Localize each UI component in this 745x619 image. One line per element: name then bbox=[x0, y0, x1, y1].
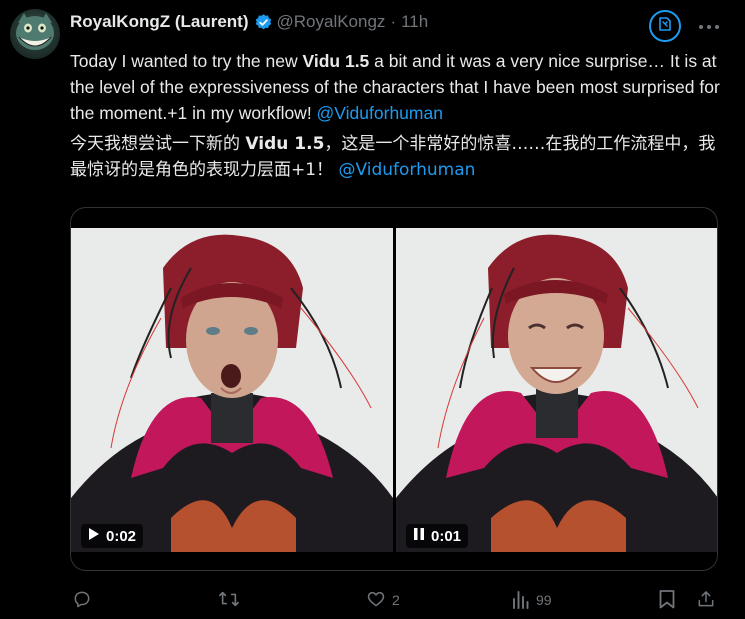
views-count: 99 bbox=[536, 592, 552, 608]
reply-icon bbox=[72, 589, 92, 612]
video-timestamp-1: 0:02 bbox=[81, 524, 144, 548]
analytics-icon bbox=[512, 589, 530, 612]
share-button[interactable] bbox=[696, 588, 716, 612]
post-text-segment: Today I wanted to try the new bbox=[70, 51, 303, 71]
repost-button[interactable] bbox=[218, 588, 246, 612]
author-name[interactable]: RoyalKongZ (Laurent) bbox=[70, 12, 249, 32]
video-time-label: 0:02 bbox=[106, 527, 137, 545]
video-player-2[interactable]: 0:01 bbox=[396, 228, 717, 552]
bookmark-button[interactable] bbox=[658, 588, 676, 612]
repost-icon bbox=[218, 589, 240, 612]
action-bar: 2 99 bbox=[70, 588, 730, 612]
reply-button[interactable] bbox=[72, 588, 98, 612]
mention-link[interactable]: @Viduforhuman bbox=[317, 103, 443, 123]
play-icon[interactable] bbox=[88, 527, 100, 545]
video-time-label: 0:01 bbox=[431, 527, 462, 545]
bookmark-icon bbox=[658, 589, 676, 612]
video-frame-1 bbox=[71, 228, 393, 552]
video-timestamp-2: 0:01 bbox=[406, 524, 469, 548]
like-button[interactable]: 2 bbox=[366, 588, 400, 612]
more-icon bbox=[698, 17, 720, 35]
like-count: 2 bbox=[392, 592, 400, 608]
more-options-button[interactable] bbox=[694, 14, 724, 38]
grok-button[interactable] bbox=[649, 10, 681, 42]
share-icon bbox=[696, 589, 716, 612]
pause-icon[interactable] bbox=[413, 527, 425, 545]
views-button[interactable]: 99 bbox=[512, 588, 552, 612]
video-player-1[interactable]: 0:02 bbox=[71, 228, 393, 552]
post-text-bold: Vidu 1.5 bbox=[302, 51, 370, 71]
post-text-segment: 今天我想尝试一下新的 bbox=[70, 134, 246, 154]
author-handle[interactable]: @RoyalKongz bbox=[277, 12, 386, 32]
post-header: RoyalKongZ (Laurent) @RoyalKongz · 11h bbox=[70, 11, 428, 33]
grok-icon bbox=[657, 16, 673, 37]
mention-link[interactable]: @Viduforhuman bbox=[338, 160, 475, 180]
heart-icon bbox=[366, 589, 386, 612]
verified-badge-icon bbox=[254, 13, 273, 32]
separator-dot: · bbox=[390, 12, 397, 31]
post-text-english: Today I wanted to try the new Vidu 1.5 a… bbox=[70, 48, 720, 126]
post-time[interactable]: 11h bbox=[401, 12, 428, 32]
post-text-chinese: 今天我想尝试一下新的 Vidu 1.5，这是一个非常好的惊喜……在我的工作流程中… bbox=[70, 131, 720, 183]
avatar[interactable] bbox=[10, 9, 60, 59]
post-text-bold: Vidu 1.5 bbox=[245, 134, 325, 154]
video-frame-2 bbox=[396, 228, 717, 552]
media-container: 0:02 0:01 bbox=[70, 207, 718, 571]
